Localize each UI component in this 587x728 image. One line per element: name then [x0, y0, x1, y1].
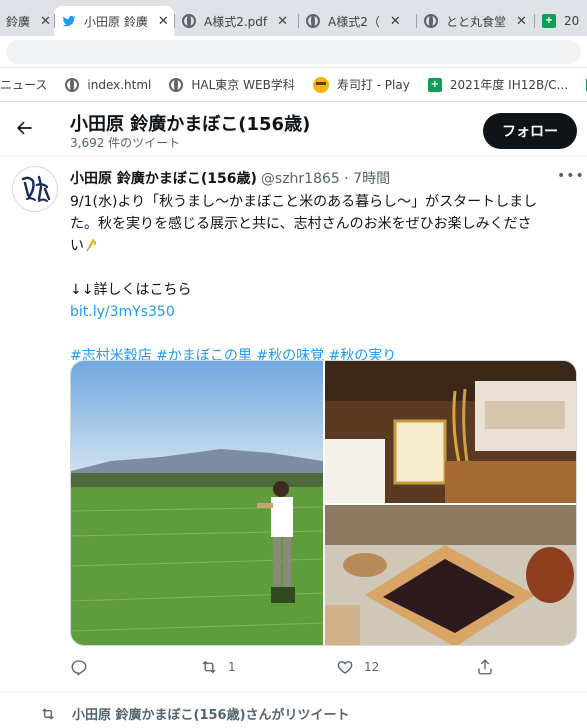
bookmark-label: index.html [87, 77, 152, 92]
tab-title: とと丸食堂 [446, 14, 507, 29]
photo-rice-display[interactable] [325, 361, 576, 503]
tab-title: 鈴廣 [6, 14, 31, 29]
reply-icon [71, 660, 87, 676]
tab-title: 小田原 鈴廣 [84, 14, 148, 29]
tweet-media-grid [70, 360, 577, 646]
globe-icon [169, 77, 184, 92]
tweet-divider [0, 692, 587, 693]
globe-icon [182, 14, 196, 28]
tweet-link[interactable]: bit.ly/3mYs350 [70, 301, 576, 323]
tweet-handle-time[interactable]: @szhr1865 · 7時間 [261, 171, 390, 187]
tweet-text-line: た。秋を実りを感じる展示と共に、志村さんのお米をぜひお楽しみくださ [70, 216, 532, 232]
address-bar[interactable] [6, 40, 581, 64]
browser-tab[interactable]: 鈴廣 ✕ [0, 6, 54, 36]
retweet-button[interactable]: 1 [200, 658, 236, 676]
globe-icon [306, 14, 320, 28]
tab-title: 20 [564, 14, 580, 28]
photo-rice-field[interactable] [71, 361, 323, 645]
globe-icon [424, 14, 438, 28]
browser-toolbar [0, 36, 587, 68]
tweet-display-name[interactable]: 小田原 鈴廣かまぼこ(156歳) [70, 171, 257, 187]
sheets-icon: + [542, 14, 556, 28]
bookmark-item[interactable]: ニュース [0, 76, 47, 93]
tweet-text: 9/1(水)より「秋うまし〜かまぼこと米のある暮らし〜」がスタートしまし た。秋… [70, 191, 576, 367]
reply-button[interactable] [70, 658, 98, 676]
close-icon[interactable]: ✕ [40, 14, 51, 29]
details-line: ↓↓詳しくはこちら [70, 282, 192, 298]
heart-icon [337, 661, 353, 674]
twitter-bird-icon [62, 14, 76, 28]
bookmark-item[interactable]: HAL東京 WEB学科 [169, 76, 295, 93]
bookmark-label: 寿司打 - Play [336, 78, 410, 92]
bookmark-label: ニュース [0, 78, 48, 92]
avatar[interactable] [12, 166, 58, 212]
tweet-text-line: い [70, 235, 576, 257]
bookmark-label: HAL東京 WEB学科 [191, 78, 295, 92]
tweet-text-line-end: い [70, 238, 84, 254]
browser-tab[interactable]: A様式2（ ✕ [298, 6, 416, 36]
tweet-author: 小田原 鈴廣かまぼこ(156歳) @szhr1865 · 7時間 [70, 168, 390, 188]
bookmark-item[interactable]: 寿司打 - Play [312, 76, 410, 93]
browser-tab[interactable]: A様式2.pdf ✕ [174, 6, 298, 36]
tiger-icon [312, 76, 329, 93]
tweet-text-line: 9/1(水)より「秋うまし〜かまぼこと米のある暮らし〜」がスタートしまし [70, 194, 538, 210]
close-icon[interactable]: ✕ [390, 14, 401, 29]
back-arrow-icon[interactable] [14, 118, 34, 138]
browser-tab[interactable]: とと丸食堂 ✕ [416, 6, 534, 36]
bookmark-label: 2021年度 IH12B/C... [449, 78, 569, 92]
retweet-icon [202, 660, 216, 674]
sheets-icon: + [427, 77, 442, 92]
share-icon [478, 659, 492, 675]
follow-button[interactable]: フォロー [483, 113, 577, 149]
like-count: 12 [364, 660, 380, 674]
tab-title: A様式2（ [328, 14, 380, 29]
tab-title: A様式2.pdf [204, 14, 268, 29]
close-icon[interactable]: ✕ [277, 14, 288, 29]
browser-tab[interactable]: + 20 [534, 6, 587, 36]
rice-plant-emoji-icon [84, 237, 98, 252]
retweet-count: 1 [228, 660, 236, 674]
browser-tab-strip: 鈴廣 ✕ 小田原 鈴廣 ✕ A様式2.pdf ✕ A様式2（ ✕ とと丸食堂 ✕… [0, 0, 587, 36]
browser-tab[interactable]: 小田原 鈴廣 ✕ [54, 6, 174, 36]
bookmark-item[interactable]: index.html [65, 77, 152, 92]
more-options-icon[interactable]: ••• [557, 168, 585, 184]
retweet-icon [42, 707, 54, 720]
retweet-notice: 小田原 鈴廣かまぼこ(156歳)さんがリツイート [40, 704, 350, 723]
profile-name: 小田原 鈴廣かまぼこ(156歳) [70, 114, 311, 135]
share-button[interactable] [476, 658, 494, 676]
tweet-actions: 1 12 [70, 658, 500, 680]
retweet-notice-text[interactable]: 小田原 鈴廣かまぼこ(156歳)さんがリツイート [72, 704, 350, 723]
bookmarks-bar: ニュース index.html HAL東京 WEB学科 寿司打 - Play +… [0, 68, 587, 102]
bookmark-item[interactable]: + 2021年度 IH12B/C... [427, 76, 569, 93]
profile-header: 小田原 鈴廣かまぼこ(156歳) 3,692 件のツイート フォロー [0, 102, 587, 156]
tweet-count: 3,692 件のツイート [70, 136, 181, 150]
close-icon[interactable]: ✕ [158, 14, 169, 29]
globe-icon [65, 77, 80, 92]
like-button[interactable]: 12 [336, 658, 379, 676]
close-icon[interactable]: ✕ [516, 14, 527, 29]
photo-black-rice[interactable] [325, 505, 576, 645]
